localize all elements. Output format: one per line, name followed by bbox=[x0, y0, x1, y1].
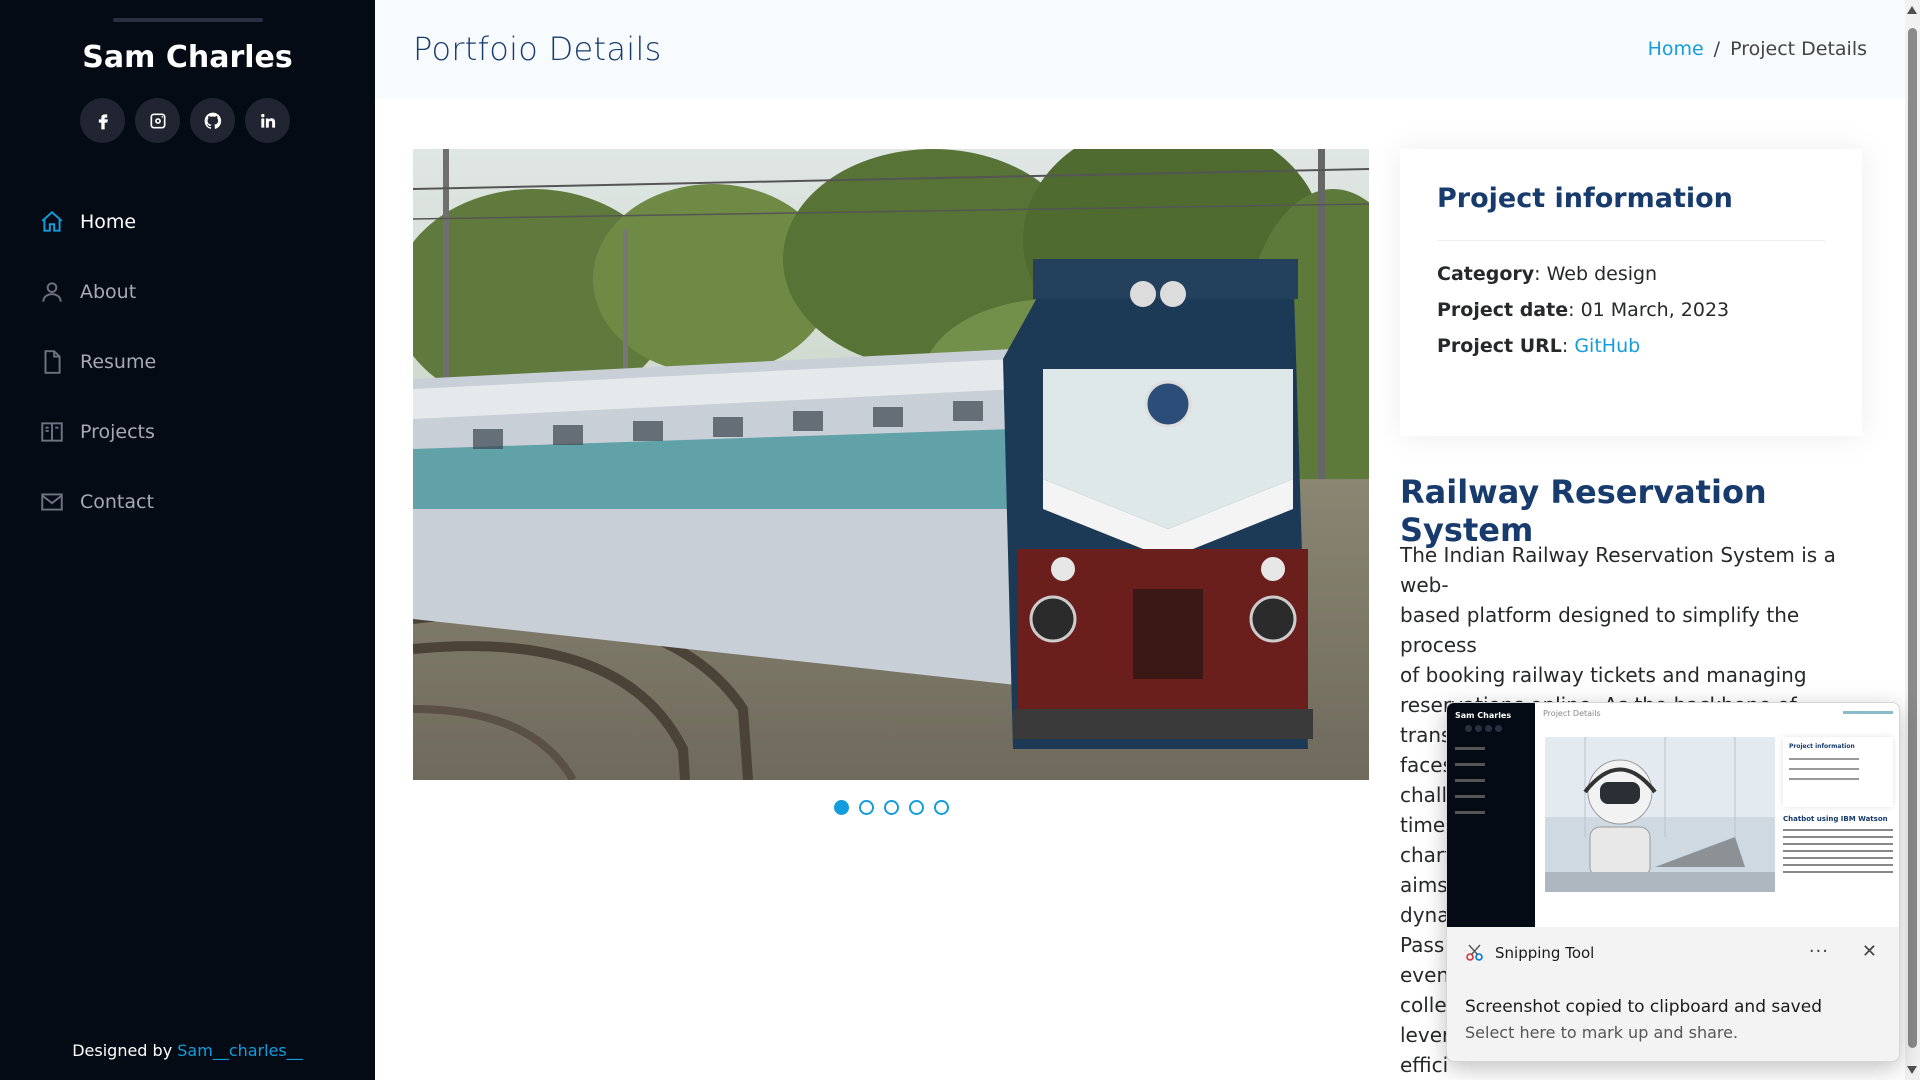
sidebar-nav: Home About Resume Projects Contact bbox=[38, 187, 156, 537]
breadcrumb-separator: / bbox=[1713, 38, 1721, 60]
nav-label-projects: Projects bbox=[80, 421, 155, 443]
nav-item-home[interactable]: Home bbox=[38, 187, 156, 257]
credits-prefix: Designed by bbox=[72, 1041, 173, 1060]
thumbnail-sidebar: Sam Charles bbox=[1447, 703, 1535, 927]
sidebar-divider bbox=[113, 18, 263, 22]
info-date: Project date: 01 March, 2023 bbox=[1437, 299, 1730, 321]
info-url: Project URL: GitHub bbox=[1437, 335, 1641, 357]
more-options-icon[interactable]: ··· bbox=[1809, 941, 1829, 962]
description-line: based platform designed to simplify the … bbox=[1400, 603, 1800, 657]
slider-dot-5[interactable] bbox=[933, 800, 949, 815]
project-info-heading: Project information bbox=[1437, 183, 1825, 241]
linkedin-icon[interactable] bbox=[245, 98, 290, 143]
credits: Designed by Sam__charles__ bbox=[0, 1041, 375, 1060]
credits-link[interactable]: Sam__charles__ bbox=[177, 1041, 303, 1060]
breadcrumb-home-link[interactable]: Home bbox=[1648, 38, 1704, 60]
breadcrumbs-bar: Portfoio Details Home / Project Details bbox=[375, 0, 1905, 98]
person-icon bbox=[38, 278, 66, 306]
nav-item-contact[interactable]: Contact bbox=[38, 467, 156, 537]
nav-label-home: Home bbox=[80, 211, 137, 233]
page-scrollbar[interactable] bbox=[1905, 0, 1920, 1080]
notification-app: Snipping Tool bbox=[1465, 943, 1594, 963]
project-url-link[interactable]: GitHub bbox=[1574, 335, 1640, 357]
thumbnail-description bbox=[1783, 829, 1893, 878]
scrollbar-thumb[interactable] bbox=[1908, 28, 1917, 1048]
slider-dot-3[interactable] bbox=[883, 800, 899, 815]
nav-item-about[interactable]: About bbox=[38, 257, 156, 327]
nav-item-projects[interactable]: Projects bbox=[38, 397, 156, 467]
thumbnail-nav bbox=[1455, 747, 1485, 827]
notification-subtext: Select here to mark up and share. bbox=[1465, 1023, 1739, 1042]
close-icon[interactable]: ✕ bbox=[1862, 941, 1877, 962]
slider-dot-1[interactable] bbox=[833, 800, 849, 815]
page-title: Portfoio Details bbox=[413, 30, 662, 68]
notification-body[interactable]: Snipping Tool ··· ✕ Screenshot copied to… bbox=[1447, 927, 1899, 1061]
sidebar: Sam Charles Home About Resume Projects C… bbox=[0, 0, 375, 1080]
scroll-down-arrow-icon[interactable] bbox=[1907, 1066, 1917, 1074]
github-icon[interactable] bbox=[190, 98, 235, 143]
description-line: The Indian Railway Reservation System is… bbox=[1400, 543, 1836, 597]
thumbnail-socials bbox=[1465, 725, 1502, 732]
thumbnail-breadcrumb bbox=[1843, 711, 1893, 714]
date-label: Project date bbox=[1437, 299, 1569, 321]
nav-label-resume: Resume bbox=[80, 351, 157, 373]
nav-item-resume[interactable]: Resume bbox=[38, 327, 156, 397]
info-category: Category: Web design bbox=[1437, 263, 1658, 285]
slider-pagination bbox=[413, 800, 1369, 815]
instagram-icon[interactable] bbox=[135, 98, 180, 143]
snipping-tool-icon bbox=[1466, 944, 1483, 961]
nav-label-contact: Contact bbox=[80, 491, 154, 513]
notification-message: Screenshot copied to clipboard and saved bbox=[1465, 997, 1822, 1017]
screenshot-thumbnail[interactable]: Sam Charles Project Details Project info… bbox=[1447, 703, 1899, 927]
profile-name: Sam Charles bbox=[82, 40, 293, 75]
breadcrumb: Home / Project Details bbox=[1648, 38, 1867, 60]
category-label: Category bbox=[1437, 263, 1535, 285]
project-image-slider[interactable] bbox=[413, 149, 1369, 780]
slider-dot-2[interactable] bbox=[858, 800, 874, 815]
social-links bbox=[80, 98, 290, 143]
thumbnail-profile-name: Sam Charles bbox=[1455, 711, 1512, 720]
thumbnail-project-title: Chatbot using IBM Watson bbox=[1783, 815, 1888, 823]
scroll-up-arrow-icon[interactable] bbox=[1907, 6, 1917, 14]
facebook-icon[interactable] bbox=[80, 98, 125, 143]
project-title: Railway Reservation System bbox=[1400, 473, 1767, 549]
project-info-card: Project information Category: Web design… bbox=[1400, 149, 1862, 436]
url-label: Project URL bbox=[1437, 335, 1562, 357]
file-icon bbox=[38, 348, 66, 376]
thumbnail-robot-image bbox=[1545, 737, 1775, 892]
breadcrumb-current: Project Details bbox=[1730, 38, 1867, 60]
description-line: of booking railway tickets and managing bbox=[1400, 663, 1807, 687]
date-value: 01 March, 2023 bbox=[1580, 299, 1730, 321]
thumbnail-info-card: Project information bbox=[1783, 737, 1893, 807]
notification-app-name: Snipping Tool bbox=[1495, 944, 1595, 962]
book-icon bbox=[38, 418, 66, 446]
thumbnail-page-title: Project Details bbox=[1543, 709, 1601, 718]
slider-dot-4[interactable] bbox=[908, 800, 924, 815]
nav-label-about: About bbox=[80, 281, 137, 303]
thumbnail-info-heading: Project information bbox=[1789, 743, 1855, 750]
snipping-tool-notification[interactable]: Sam Charles Project Details Project info… bbox=[1446, 702, 1900, 1062]
home-icon bbox=[38, 208, 66, 236]
train-photo bbox=[413, 149, 1369, 780]
envelope-icon bbox=[38, 488, 66, 516]
category-value: Web design bbox=[1546, 263, 1658, 285]
